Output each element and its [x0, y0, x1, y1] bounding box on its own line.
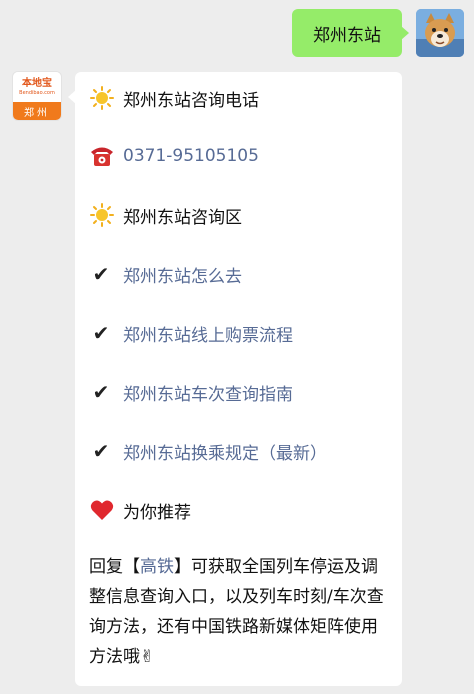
phone-number-link[interactable]: 0371-95105105: [123, 146, 259, 166]
outgoing-message-text: 郑州东站: [313, 25, 381, 46]
keyword-highspeed-rail-link[interactable]: 高铁: [140, 557, 174, 577]
bot-avatar[interactable]: 本地宝 Bendibao.com 郑州: [13, 72, 61, 120]
check-mark-icon: ✔: [92, 380, 110, 404]
sun-icon: [89, 202, 115, 228]
section-title-row: 郑州东站咨询区: [89, 200, 392, 230]
link-row: ✔ 郑州东站车次查询指南: [89, 377, 392, 407]
recommend-title: 为你推荐: [123, 502, 191, 523]
outgoing-message-bubble[interactable]: 郑州东站: [292, 9, 409, 57]
hotline-title: 郑州东站咨询电话: [123, 90, 259, 111]
recommend-row: 为你推荐: [89, 495, 392, 525]
link-row: ✔ 郑州东站换乘规定（最新）: [89, 436, 392, 466]
brand-city-label: 郑州: [13, 102, 61, 120]
brand-logo-subtext: Bendibao.com: [19, 90, 55, 96]
telephone-icon: [89, 143, 115, 169]
check-mark-icon: ✔: [92, 321, 110, 345]
check-mark-icon: ✔: [92, 439, 110, 463]
hotline-title-row: 郑州东站咨询电话: [89, 83, 392, 113]
section-title: 郑州东站咨询区: [123, 207, 242, 228]
incoming-message-bubble: 郑州东站咨询电话 0371-95105105 郑州东站咨询区 ✔ 郑州东站怎么去…: [68, 72, 402, 686]
brand-logo: 本地宝 Bendibao.com: [13, 72, 61, 102]
link-row: ✔ 郑州东站怎么去: [89, 259, 392, 289]
link-online-ticketing[interactable]: 郑州东站线上购票流程: [123, 321, 293, 346]
reply-instructions: 回复【高铁】可获取全国列车停运及调整信息查询入口，以及列车时刻/车次查询方法，还…: [89, 552, 392, 672]
link-row: ✔ 郑州东站线上购票流程: [89, 318, 392, 348]
heart-icon: [89, 497, 115, 523]
link-how-to-get-there[interactable]: 郑州东站怎么去: [123, 262, 242, 287]
link-train-schedule[interactable]: 郑州东站车次查询指南: [123, 380, 293, 405]
sun-icon: [89, 85, 115, 111]
user-avatar[interactable]: [416, 9, 464, 57]
brand-logo-text: 本地宝: [22, 78, 52, 89]
check-mark-icon: ✔: [92, 262, 110, 286]
link-transfer-rules[interactable]: 郑州东站换乘规定（最新）: [123, 439, 327, 464]
dog-avatar-icon: [416, 9, 464, 57]
chat-area: 郑州东站 本地宝 Bendibao.com 郑州 郑州东站咨询电话 0371-9…: [0, 0, 474, 694]
reply-prefix: 回复【: [89, 557, 140, 577]
phone-row: 0371-95105105: [89, 141, 392, 171]
